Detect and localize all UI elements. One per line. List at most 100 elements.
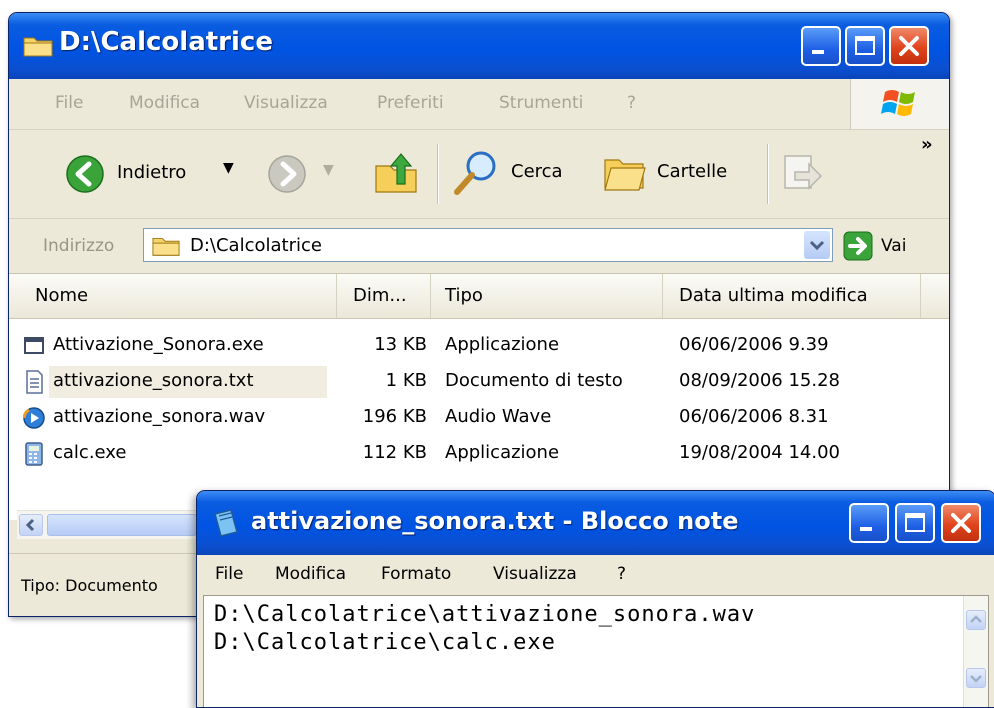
explorer-toolbar: Indietro ▼ ▼ Cerca Cartelle » <box>9 130 949 219</box>
close-icon <box>899 36 919 56</box>
text-editor-area[interactable]: D:\Calcolatrice\attivazione_sonora.wav D… <box>203 595 989 707</box>
back-dropdown-icon[interactable]: ▼ <box>223 160 234 176</box>
file-size: 1 KB <box>385 370 427 391</box>
search-label: Cerca <box>511 161 563 182</box>
menu-preferiti[interactable]: Preferiti <box>377 93 444 113</box>
column-header-type[interactable]: Tipo <box>431 274 663 318</box>
wave-audio-icon <box>23 407 45 429</box>
file-size: 13 KB <box>374 334 427 355</box>
file-modified: 06/06/2006 8.31 <box>679 406 829 427</box>
menu-visualizza[interactable]: Visualizza <box>244 93 328 113</box>
folders-icon <box>604 159 646 191</box>
vertical-scrollbar[interactable] <box>963 596 988 707</box>
file-modified: 08/09/2006 15.28 <box>679 370 840 391</box>
scroll-down-button[interactable] <box>966 668 986 688</box>
minimize-icon <box>860 527 872 531</box>
menu-visualizza[interactable]: Visualizza <box>493 564 577 584</box>
menu-file[interactable]: File <box>55 93 83 113</box>
notepad-title: attivazione_sonora.txt - Blocco note <box>251 507 739 535</box>
menu-help[interactable]: ? <box>627 93 636 113</box>
menu-file[interactable]: File <box>215 564 243 584</box>
go-arrow-icon <box>843 231 873 261</box>
maximize-button[interactable] <box>895 503 935 543</box>
toolbar-overflow-button[interactable]: » <box>921 134 933 155</box>
calculator-icon <box>25 442 43 466</box>
back-arrow-icon <box>66 155 104 193</box>
scroll-left-button[interactable] <box>19 514 43 536</box>
text-line: D:\Calcolatrice\calc.exe <box>214 630 556 655</box>
back-label: Indietro <box>117 162 187 183</box>
toolbar-separator <box>437 144 439 204</box>
move-to-button[interactable] <box>777 150 825 198</box>
go-label[interactable]: Vai <box>881 236 906 256</box>
notepad-menu-bar: File Modifica Formato Visualizza ? <box>197 555 994 595</box>
magnifier-icon <box>454 151 496 195</box>
column-header-name[interactable]: Nome <box>25 274 337 318</box>
column-header-modified[interactable]: Data ultima modifica <box>663 274 921 318</box>
move-to-icon <box>784 155 823 190</box>
address-bar: Indirizzo D:\Calcolatrice Vai <box>9 219 949 274</box>
maximize-icon <box>905 513 925 532</box>
file-row[interactable]: Attivazione_Sonora.exe 13 KB Applicazion… <box>9 328 949 364</box>
file-modified: 06/06/2006 9.39 <box>679 334 829 355</box>
file-size: 196 KB <box>362 406 427 427</box>
chevron-left-icon <box>25 518 35 532</box>
explorer-title-bar[interactable]: D:\Calcolatrice <box>9 13 949 79</box>
notepad-title-bar[interactable]: attivazione_sonora.txt - Blocco note <box>197 491 994 555</box>
close-button[interactable] <box>941 503 981 543</box>
status-text: Tipo: Documento <box>21 576 158 595</box>
column-header-size[interactable]: Dim... <box>337 274 431 318</box>
file-name: attivazione_sonora.wav <box>53 406 266 427</box>
chevron-up-icon <box>970 615 982 623</box>
forward-dropdown-icon[interactable]: ▼ <box>323 162 334 178</box>
address-value: D:\Calcolatrice <box>190 235 322 256</box>
minimize-button[interactable] <box>849 503 889 543</box>
file-type: Applicazione <box>445 334 560 355</box>
file-modified: 19/08/2004 14.00 <box>679 442 840 463</box>
notepad-icon <box>214 509 238 537</box>
notepad-window: attivazione_sonora.txt - Blocco note Fil… <box>196 490 994 708</box>
file-row[interactable]: calc.exe 112 KB Applicazione 19/08/2004 … <box>9 436 949 472</box>
maximize-button[interactable] <box>845 26 885 66</box>
maximize-icon <box>855 36 875 55</box>
file-size: 112 KB <box>362 442 427 463</box>
text-file-icon <box>26 370 43 394</box>
file-name: attivazione_sonora.txt <box>53 370 254 391</box>
up-folder-button[interactable] <box>373 150 421 198</box>
menu-formato[interactable]: Formato <box>381 564 451 584</box>
file-type: Documento di testo <box>445 370 623 391</box>
windows-flag-icon <box>881 90 915 116</box>
column-header-row: Nome Dim... Tipo Data ultima modifica <box>9 274 949 319</box>
chevron-down-icon <box>970 675 982 683</box>
folders-button[interactable]: Cartelle <box>601 148 761 198</box>
text-line: D:\Calcolatrice\attivazione_sonora.wav <box>214 602 756 627</box>
folder-icon <box>152 238 180 256</box>
file-type: Applicazione <box>445 442 560 463</box>
windows-logo <box>850 79 949 129</box>
search-button[interactable]: Cerca <box>451 148 591 198</box>
minimize-button[interactable] <box>801 26 841 66</box>
back-button[interactable]: Indietro ▼ <box>65 152 255 196</box>
address-input[interactable]: D:\Calcolatrice <box>143 228 833 262</box>
exe-window-icon <box>24 337 44 354</box>
chevron-down-icon <box>809 240 825 251</box>
toolbar-separator <box>767 144 769 204</box>
explorer-title: D:\Calcolatrice <box>59 27 273 57</box>
file-row[interactable]: attivazione_sonora.wav 196 KB Audio Wave… <box>9 400 949 436</box>
menu-modifica[interactable]: Modifica <box>275 564 346 584</box>
folders-label: Cartelle <box>657 161 728 182</box>
folder-up-icon <box>375 153 417 193</box>
menu-help[interactable]: ? <box>617 564 626 584</box>
minimize-icon <box>812 50 824 54</box>
scroll-up-button[interactable] <box>966 610 986 630</box>
menu-modifica[interactable]: Modifica <box>129 93 200 113</box>
scroll-thumb[interactable] <box>47 514 197 536</box>
address-label: Indirizzo <box>43 236 115 256</box>
forward-arrow-icon <box>268 155 306 193</box>
forward-button[interactable]: ▼ <box>267 152 347 196</box>
file-row[interactable]: attivazione_sonora.txt 1 KB Documento di… <box>9 364 949 400</box>
file-type: Audio Wave <box>445 406 552 427</box>
address-dropdown-button[interactable] <box>804 231 830 259</box>
close-button[interactable] <box>889 26 929 66</box>
menu-strumenti[interactable]: Strumenti <box>499 93 583 113</box>
